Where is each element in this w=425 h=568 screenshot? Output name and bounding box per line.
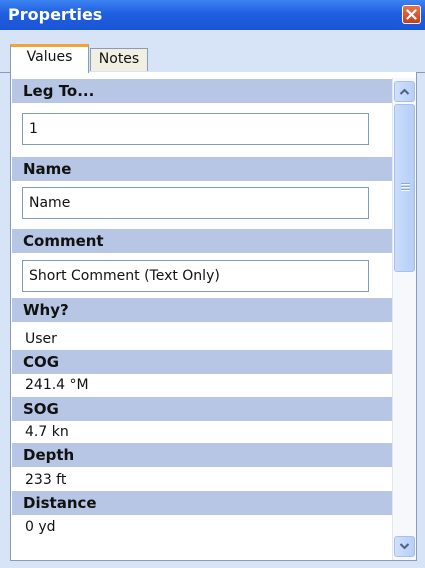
title-bar[interactable]: Properties [0, 0, 425, 30]
close-icon [406, 9, 417, 20]
window-title: Properties [8, 5, 103, 24]
distance-header: Distance [12, 491, 392, 515]
chevron-up-icon [399, 88, 410, 95]
scroll-up-button[interactable] [394, 81, 415, 102]
leg-to-field[interactable]: 1 [22, 113, 369, 145]
cog-header: COG [12, 350, 392, 374]
vertical-scrollbar[interactable] [392, 78, 416, 560]
tab-bar: Values Notes [0, 30, 425, 73]
distance-value: 0 yd [25, 519, 56, 535]
properties-list: Leg To... 1 Name Name Comment Short Comm… [12, 72, 392, 560]
scrollbar-thumb[interactable] [394, 104, 415, 272]
cog-value: 241.4 °M [25, 377, 89, 393]
why-header: Why? [12, 298, 392, 322]
grip-icon [401, 183, 410, 191]
properties-panel: Leg To... 1 Name Name Comment Short Comm… [10, 72, 417, 561]
chevron-down-icon [399, 543, 410, 550]
tab-values[interactable]: Values [10, 44, 89, 73]
close-button[interactable] [402, 5, 421, 24]
name-field[interactable]: Name [22, 187, 369, 219]
name-header: Name [12, 157, 392, 181]
tab-notes[interactable]: Notes [90, 48, 148, 71]
properties-window: Properties Values Notes Leg To... 1 Name… [0, 0, 425, 568]
leg-to-header: Leg To... [12, 79, 392, 103]
sog-value: 4.7 kn [25, 424, 69, 440]
why-value: User [25, 331, 57, 347]
scroll-down-button[interactable] [394, 536, 415, 557]
depth-header: Depth [12, 443, 392, 467]
sog-header: SOG [12, 397, 392, 421]
comment-field[interactable]: Short Comment (Text Only) [22, 260, 369, 292]
depth-value: 233 ft [25, 472, 67, 488]
comment-header: Comment [12, 229, 392, 253]
